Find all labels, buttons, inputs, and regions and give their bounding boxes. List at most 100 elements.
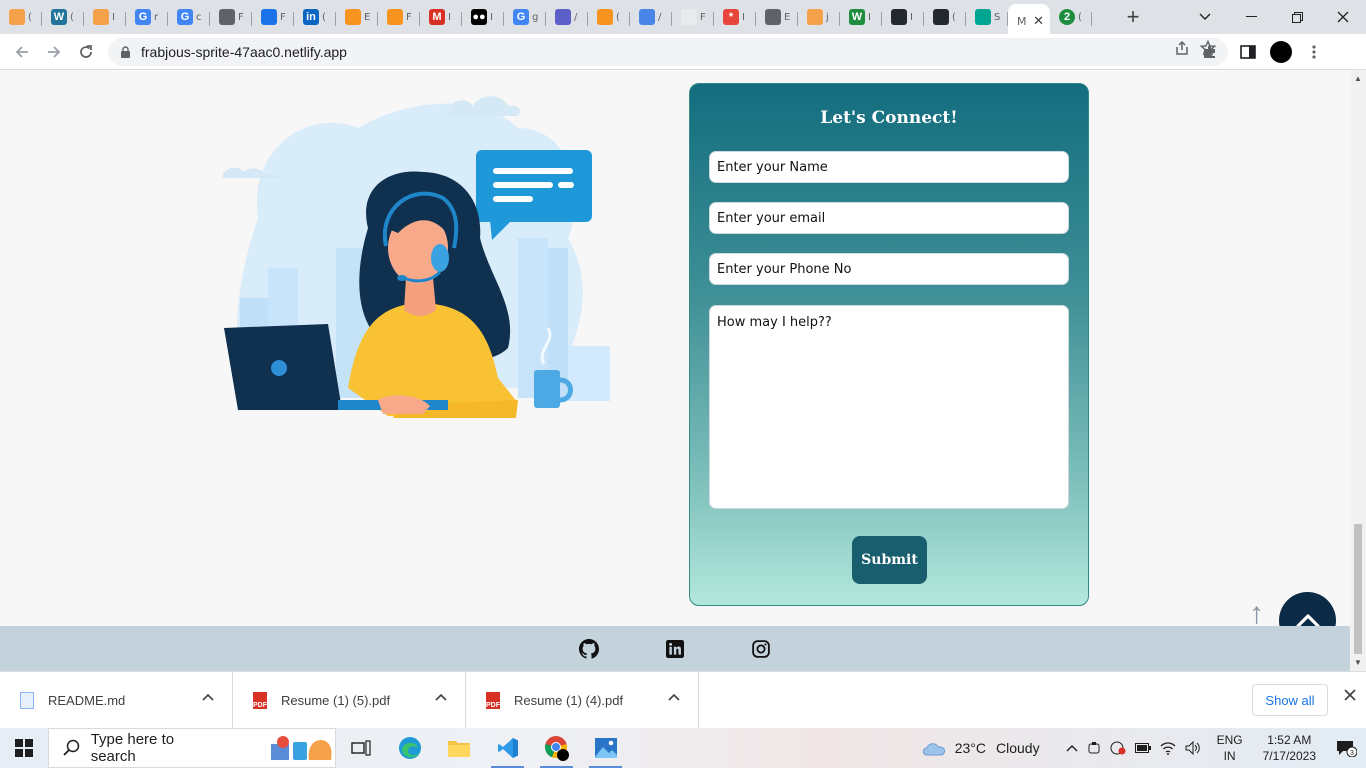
volume-icon[interactable] bbox=[1185, 741, 1201, 755]
tab-close-icon[interactable]: ✕ bbox=[1033, 13, 1044, 29]
tab-item[interactable]: ●● I bbox=[462, 4, 504, 30]
tab-strip: (W(I Gr Gc F Fin(E F M I ●● I Gg /(/ F * I Ej W I I(S M ✕ … bbox=[0, 0, 1366, 38]
tab-extra[interactable]: 2 ( bbox=[1050, 4, 1092, 30]
notification-center-button[interactable]: 3 bbox=[1326, 739, 1366, 757]
language-line1: ENG bbox=[1216, 733, 1243, 747]
hashnode-icon bbox=[345, 9, 361, 25]
tab-title: ( bbox=[1078, 11, 1082, 23]
scrollbar-thumb[interactable] bbox=[1354, 524, 1362, 654]
share-button[interactable] bbox=[1174, 40, 1190, 61]
download-item[interactable]: PDF Resume (1) (5).pdf bbox=[233, 671, 466, 729]
close-icon[interactable] bbox=[1344, 689, 1356, 701]
clock[interactable]: 1:52 AM 7/17/2023 bbox=[1263, 732, 1316, 764]
start-button[interactable] bbox=[0, 728, 48, 768]
downloads-bar: README.md PDF Resume (1) (5).pdf PDF Res… bbox=[0, 671, 1366, 729]
download-item[interactable]: PDF Resume (1) (4).pdf bbox=[466, 671, 699, 729]
chevron-up-icon[interactable] bbox=[202, 693, 214, 701]
restore-button[interactable] bbox=[1274, 0, 1320, 34]
chevron-up-icon[interactable] bbox=[435, 693, 447, 701]
tab-item[interactable]: Gc bbox=[168, 4, 210, 30]
tab-item[interactable]: I bbox=[882, 4, 924, 30]
side-panel-icon bbox=[1240, 45, 1256, 59]
language-indicator[interactable]: ENG IN bbox=[1217, 732, 1243, 764]
tab-item[interactable]: ( bbox=[924, 4, 966, 30]
submit-button[interactable]: Submit bbox=[852, 536, 927, 584]
back-button[interactable] bbox=[6, 36, 38, 68]
message-textarea[interactable] bbox=[709, 305, 1069, 509]
show-all-button[interactable]: Show all bbox=[1252, 684, 1328, 716]
blog-icon bbox=[807, 9, 823, 25]
github-icon bbox=[579, 638, 599, 659]
minimize-button[interactable] bbox=[1228, 0, 1274, 34]
download-item[interactable]: README.md bbox=[0, 671, 233, 729]
hashnode-icon bbox=[597, 9, 613, 25]
forward-button[interactable] bbox=[38, 36, 70, 68]
tab-item[interactable]: MI bbox=[420, 4, 462, 30]
scroll-up-arrow-icon[interactable]: ▲ bbox=[1354, 74, 1362, 83]
contact-form: Let's Connect! Submit bbox=[689, 83, 1089, 606]
profile-avatar[interactable] bbox=[1270, 41, 1292, 63]
tab-item[interactable]: ( bbox=[0, 4, 42, 30]
restore-icon bbox=[1291, 11, 1303, 23]
instagram-link[interactable] bbox=[751, 639, 771, 659]
wordpress-icon: W bbox=[51, 9, 67, 25]
tab-item[interactable]: / bbox=[630, 4, 672, 30]
task-view-icon bbox=[350, 740, 371, 756]
close-icon bbox=[1337, 11, 1349, 23]
meet-now-icon[interactable] bbox=[1087, 741, 1101, 755]
page-scrollbar[interactable]: ▲ ▼ bbox=[1350, 70, 1366, 671]
tab-item[interactable]: ( bbox=[588, 4, 630, 30]
chrome-taskbar-button[interactable] bbox=[532, 728, 581, 768]
tab-item[interactable]: S bbox=[966, 4, 1008, 30]
reload-button[interactable] bbox=[70, 36, 102, 68]
tab-active-title: M bbox=[1017, 14, 1027, 28]
task-view-button[interactable] bbox=[336, 728, 385, 768]
scroll-down-arrow-icon[interactable]: ▼ bbox=[1354, 658, 1362, 667]
tab-item[interactable]: * I bbox=[714, 4, 756, 30]
edge-taskbar-button[interactable] bbox=[385, 728, 434, 768]
tab-item[interactable]: I bbox=[84, 4, 126, 30]
extensions-button[interactable] bbox=[1194, 36, 1226, 68]
tab-item[interactable]: E bbox=[756, 4, 798, 30]
tab-item[interactable]: j bbox=[798, 4, 840, 30]
vpn-icon[interactable] bbox=[1110, 741, 1126, 755]
weather-widget[interactable]: 23°C Cloudy bbox=[921, 740, 1040, 756]
tab-item[interactable]: Gg bbox=[504, 4, 546, 30]
linkedin-link[interactable] bbox=[665, 639, 685, 659]
new-tab-button[interactable]: + bbox=[1118, 4, 1148, 30]
menu-button[interactable] bbox=[1298, 36, 1330, 68]
tab-title: E bbox=[784, 11, 791, 23]
vscode-taskbar-button[interactable] bbox=[483, 728, 532, 768]
photos-taskbar-button[interactable] bbox=[581, 728, 630, 768]
tab-item[interactable]: / bbox=[546, 4, 588, 30]
tab-item[interactable]: WI bbox=[840, 4, 882, 30]
tab-item[interactable]: F bbox=[210, 4, 252, 30]
email-input[interactable] bbox=[709, 202, 1069, 234]
tab-item[interactable]: F bbox=[378, 4, 420, 30]
tab-search-button[interactable] bbox=[1182, 0, 1228, 34]
taskbar-search[interactable]: Type here to search bbox=[48, 728, 336, 768]
close-window-button[interactable] bbox=[1320, 0, 1366, 34]
tab-item[interactable]: F bbox=[672, 4, 714, 30]
battery-icon[interactable] bbox=[1134, 743, 1151, 753]
notification-icon: 2 bbox=[1059, 9, 1075, 25]
tab-item[interactable]: Gr bbox=[126, 4, 168, 30]
phone-input[interactable] bbox=[709, 253, 1069, 285]
chevron-up-icon[interactable] bbox=[1066, 744, 1078, 752]
customer-support-illustration bbox=[223, 96, 610, 418]
file-explorer-button[interactable] bbox=[434, 728, 483, 768]
tab-item[interactable]: F bbox=[252, 4, 294, 30]
tab-item[interactable]: in( bbox=[294, 4, 336, 30]
wifi-icon[interactable] bbox=[1160, 741, 1176, 755]
tab-title: F bbox=[406, 11, 412, 23]
tab-item[interactable]: W( bbox=[42, 4, 84, 30]
address-bar[interactable]: frabjous-sprite-47aac0.netlify.app bbox=[108, 38, 1228, 66]
chevron-up-icon[interactable] bbox=[668, 693, 680, 701]
side-panel-button[interactable] bbox=[1232, 36, 1264, 68]
hashnode-icon bbox=[387, 9, 403, 25]
tab-item[interactable]: E bbox=[336, 4, 378, 30]
github-link[interactable] bbox=[579, 638, 599, 659]
name-input[interactable] bbox=[709, 151, 1069, 183]
google-icon: G bbox=[135, 9, 151, 25]
tab-active[interactable]: M ✕ bbox=[1008, 4, 1050, 38]
